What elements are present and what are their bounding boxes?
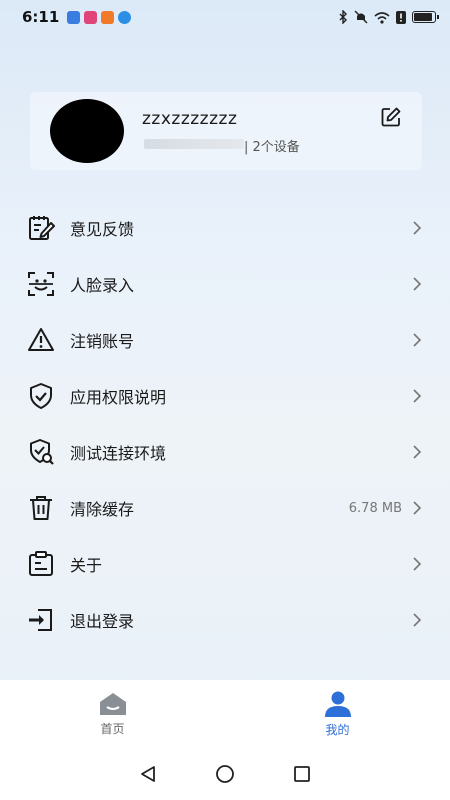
menu-item-label: 意见反馈 xyxy=(70,220,135,239)
notification-app-icon xyxy=(118,10,132,24)
feedback-icon xyxy=(26,213,56,243)
tab-home-label: 首页 xyxy=(100,721,125,736)
tab-mine-label: 我的 xyxy=(325,722,350,737)
menu-item-label: 关于 xyxy=(70,556,103,575)
menu-item-label: 退出登录 xyxy=(70,612,135,631)
chevron-right-icon xyxy=(413,613,422,627)
mute-icon xyxy=(354,10,368,24)
chevron-right-icon xyxy=(413,557,422,571)
menu-item-label: 注销账号 xyxy=(70,332,135,351)
face-scan-icon xyxy=(26,269,56,299)
menu-item-label: 应用权限说明 xyxy=(70,388,167,407)
recents-icon[interactable] xyxy=(293,765,311,783)
menu-item-logout[interactable]: 退出登录 xyxy=(0,592,450,648)
bottom-tab-bar: 首页 我的 xyxy=(0,680,450,748)
menu-item-label: 人脸录入 xyxy=(70,276,135,295)
menu-item-feedback[interactable]: 意见反馈 xyxy=(0,200,450,256)
back-icon[interactable] xyxy=(139,765,157,783)
chevron-right-icon xyxy=(413,501,422,515)
status-notification-icons xyxy=(67,10,132,24)
username: zzxzzzzzzz xyxy=(142,109,238,129)
status-system-icons xyxy=(338,10,439,24)
notification-app-icon xyxy=(101,10,115,24)
alert-icon xyxy=(396,10,406,24)
shield-search-icon xyxy=(26,437,56,467)
tab-home[interactable]: 首页 xyxy=(0,680,225,748)
menu-item-delete-account[interactable]: 注销账号 xyxy=(0,312,450,368)
edit-icon[interactable] xyxy=(380,106,402,128)
home-button-icon[interactable] xyxy=(215,764,235,784)
tab-mine[interactable]: 我的 xyxy=(225,680,450,748)
wifi-icon xyxy=(374,11,390,24)
device-count[interactable]: | 2个设备 xyxy=(244,136,300,155)
notification-app-icon xyxy=(67,10,81,24)
profile-card[interactable]: zzxzzzzzzz | 2个设备 xyxy=(30,92,422,170)
menu-item-about[interactable]: 关于 xyxy=(0,536,450,592)
status-bar: 6:11 xyxy=(0,0,450,34)
cache-size: 6.78 MB xyxy=(348,500,402,516)
home-icon xyxy=(99,692,126,715)
clipboard-icon xyxy=(26,549,56,579)
user-icon xyxy=(324,691,351,717)
chevron-right-icon xyxy=(413,333,422,347)
bluetooth-icon xyxy=(339,10,347,24)
notification-app-icon xyxy=(84,10,98,24)
menu-item-face-enroll[interactable]: 人脸录入 xyxy=(0,256,450,312)
chevron-right-icon xyxy=(413,277,422,291)
menu-item-label: 测试连接环境 xyxy=(70,444,167,463)
trash-icon xyxy=(26,493,56,523)
account-id-redacted xyxy=(144,139,244,149)
avatar[interactable] xyxy=(50,99,124,163)
menu-item-clear-cache[interactable]: 清除缓存 6.78 MB xyxy=(0,480,450,536)
menu-item-permissions[interactable]: 应用权限说明 xyxy=(0,368,450,424)
settings-menu: 意见反馈 人脸录入 注销账号 应用权限说明 测试连接环境 清除缓存 6.78 M… xyxy=(0,200,450,648)
chevron-right-icon xyxy=(413,389,422,403)
chevron-right-icon xyxy=(413,445,422,459)
chevron-right-icon xyxy=(413,221,422,235)
menu-item-label: 清除缓存 xyxy=(70,500,135,519)
battery-icon xyxy=(412,11,439,23)
logout-icon xyxy=(26,605,56,635)
system-navigation-bar xyxy=(0,748,450,800)
status-time: 6:11 xyxy=(22,8,60,26)
warning-icon xyxy=(26,325,56,355)
menu-item-test-connection[interactable]: 测试连接环境 xyxy=(0,424,450,480)
shield-check-icon xyxy=(26,381,56,411)
